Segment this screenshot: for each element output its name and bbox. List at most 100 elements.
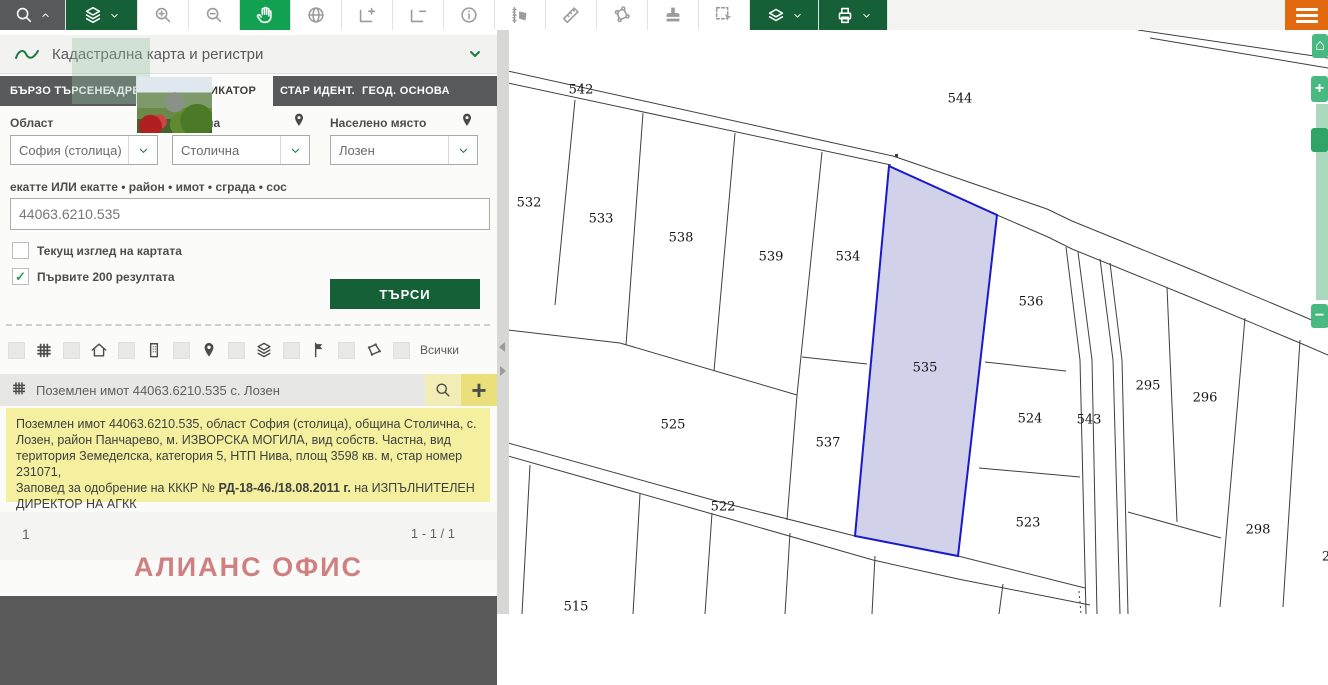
page-range: 1 - 1 / 1: [411, 526, 455, 541]
toolbar-button-select-cursor[interactable]: [699, 0, 750, 30]
parcel-boundary: [802, 357, 867, 364]
toolbar-button-scale-area[interactable]: [495, 0, 546, 30]
parcel-boundary: [1150, 38, 1328, 68]
service-selector[interactable]: Кадастрална карта и регистри: [0, 35, 497, 74]
layers-icon: [82, 4, 104, 26]
toolbar-button-zoom-out[interactable]: [189, 0, 240, 30]
select-value: Столична: [173, 143, 280, 158]
result-zoom-to-button[interactable]: [425, 374, 461, 406]
result-header-row[interactable]: Поземлен имот 44063.6210.535 с. Лозен +: [0, 374, 497, 406]
checkbox-label: Първите 200 резултата: [37, 270, 175, 284]
toolbar-button-info[interactable]: [444, 0, 495, 30]
filter-checkbox[interactable]: [228, 342, 245, 359]
checkbox-row-2[interactable]: ✓ Първите 200 резултата: [12, 268, 175, 285]
result-title: Поземлен имот 44063.6210.535 с. Лозен: [36, 383, 425, 398]
toolbar-button-globe[interactable]: [291, 0, 342, 30]
map-zoom-out-button[interactable]: −: [1311, 304, 1328, 328]
parcel-label: 295: [1136, 379, 1161, 394]
checkbox[interactable]: [12, 242, 29, 259]
tab-bar: БЪРЗО ТЪРСЕНЕАДРЕСИДЕНТИФИКАТОРСТАР ИДЕН…: [0, 76, 497, 106]
map-canvas[interactable]: 5425445325335385395345365255375245432952…: [509, 30, 1328, 614]
printer-icon: [834, 4, 856, 26]
checkbox-row-1[interactable]: Текущ изглед на картата: [12, 242, 182, 259]
tab-1[interactable]: БЪРЗО ТЪРСЕНЕ: [10, 76, 110, 106]
parcel-label: 298: [1246, 523, 1271, 538]
expand-right-icon[interactable]: [500, 366, 506, 376]
toolbar-button-extent-minus[interactable]: [393, 0, 444, 30]
chevron-down-icon: [448, 136, 477, 164]
toolbar-button-printer[interactable]: [819, 0, 888, 30]
parcel-label: 532: [517, 196, 542, 211]
parcel-boundary: [509, 443, 855, 536]
chevron-down-icon: [467, 46, 483, 62]
parcel-boundary: [1138, 30, 1328, 58]
scale-area-icon: [509, 4, 531, 26]
parcel-label: 525: [661, 418, 686, 433]
toolbar-button-measure-polygon[interactable]: [597, 0, 648, 30]
filter-checkbox[interactable]: [118, 342, 135, 359]
select-naseleno-myasto[interactable]: Лозен: [330, 135, 478, 165]
result-add-button[interactable]: +: [461, 374, 497, 406]
field-label-1: Област: [10, 116, 53, 130]
page-number[interactable]: 1: [22, 526, 30, 542]
cadastral-map-svg: 5425445325335385395345365255375245432952…: [509, 30, 1328, 614]
result-details: Поземлен имот 44063.6210.535, област Соф…: [6, 408, 490, 502]
code-label: екатте ИЛИ екатте • район • имот • сград…: [10, 180, 287, 194]
filter-checkbox[interactable]: [8, 342, 25, 359]
toolbar-button-layers[interactable]: [66, 0, 138, 30]
toolbar-button-zoom-in[interactable]: [138, 0, 189, 30]
parcel-label: 539: [759, 250, 784, 265]
toolbar-button-layers-flatten[interactable]: [750, 0, 819, 30]
parcel-boundary: [985, 362, 1066, 371]
identifier-input[interactable]: [10, 198, 490, 230]
filter-checkbox[interactable]: [173, 342, 190, 359]
tab-4[interactable]: СТАР ИДЕНТ.: [280, 76, 355, 106]
map-zoom-in-button[interactable]: +: [1311, 76, 1328, 102]
filter-checkbox-all[interactable]: [393, 342, 410, 359]
select-oblast[interactable]: София (столица): [10, 135, 158, 165]
map-zoom-handle[interactable]: [1311, 128, 1328, 152]
tab-5[interactable]: ГЕОД. ОСНОВА: [362, 76, 450, 106]
field-label-3: Населено място: [330, 116, 426, 130]
parcel-boundary: [997, 215, 1328, 355]
watermark: АЛИАНС ОФИС: [0, 552, 497, 583]
map-home-button[interactable]: ⌂: [1312, 34, 1328, 58]
pin-icon[interactable]: [290, 111, 304, 129]
parcel-boundary: [785, 533, 790, 614]
parcel-boundary: [1128, 512, 1221, 538]
parcel-boundary: [872, 556, 875, 614]
chevron-down-icon: [128, 136, 157, 164]
toolbar-button-ruler[interactable]: [546, 0, 597, 30]
parcel-label: 533: [589, 212, 614, 227]
filter-checkbox[interactable]: [283, 342, 300, 359]
parcel-boundary: [633, 494, 640, 614]
service-title: Кадастрална карта и регистри: [52, 46, 467, 63]
parcel-label: 524: [1018, 412, 1043, 427]
parcel-boundary: [509, 83, 891, 165]
menu-button[interactable]: [1285, 0, 1328, 30]
parcel-boundary: [1100, 259, 1120, 614]
panel-splitter[interactable]: [497, 30, 509, 614]
select-obshtina[interactable]: Столична: [172, 135, 310, 165]
search-button[interactable]: ТЪРСИ: [330, 279, 480, 309]
toolbar-button-pan-hand[interactable]: [240, 0, 291, 30]
toolbar-button-stamp[interactable]: [648, 0, 699, 30]
pan-hand-icon: [254, 4, 276, 26]
checkbox[interactable]: ✓: [12, 268, 29, 285]
parcel-label: 543: [1077, 413, 1102, 428]
chevron-down-icon: [280, 136, 309, 164]
filter-checkbox[interactable]: [63, 342, 80, 359]
toolbar-button-search[interactable]: [0, 0, 66, 30]
globe-icon: [305, 4, 327, 26]
parcel-boundary: [999, 584, 1003, 614]
layers-icon: [253, 339, 275, 361]
pin-icon[interactable]: [458, 111, 472, 129]
collapse-left-icon[interactable]: [499, 342, 505, 352]
flag-icon: [308, 339, 330, 361]
toolbar: [0, 0, 1328, 30]
chevron-down-icon: [860, 9, 873, 22]
select-value: Лозен: [331, 143, 448, 158]
toolbar-button-extent-plus[interactable]: [342, 0, 393, 30]
extent-minus-icon: [407, 4, 429, 26]
filter-checkbox[interactable]: [338, 342, 355, 359]
